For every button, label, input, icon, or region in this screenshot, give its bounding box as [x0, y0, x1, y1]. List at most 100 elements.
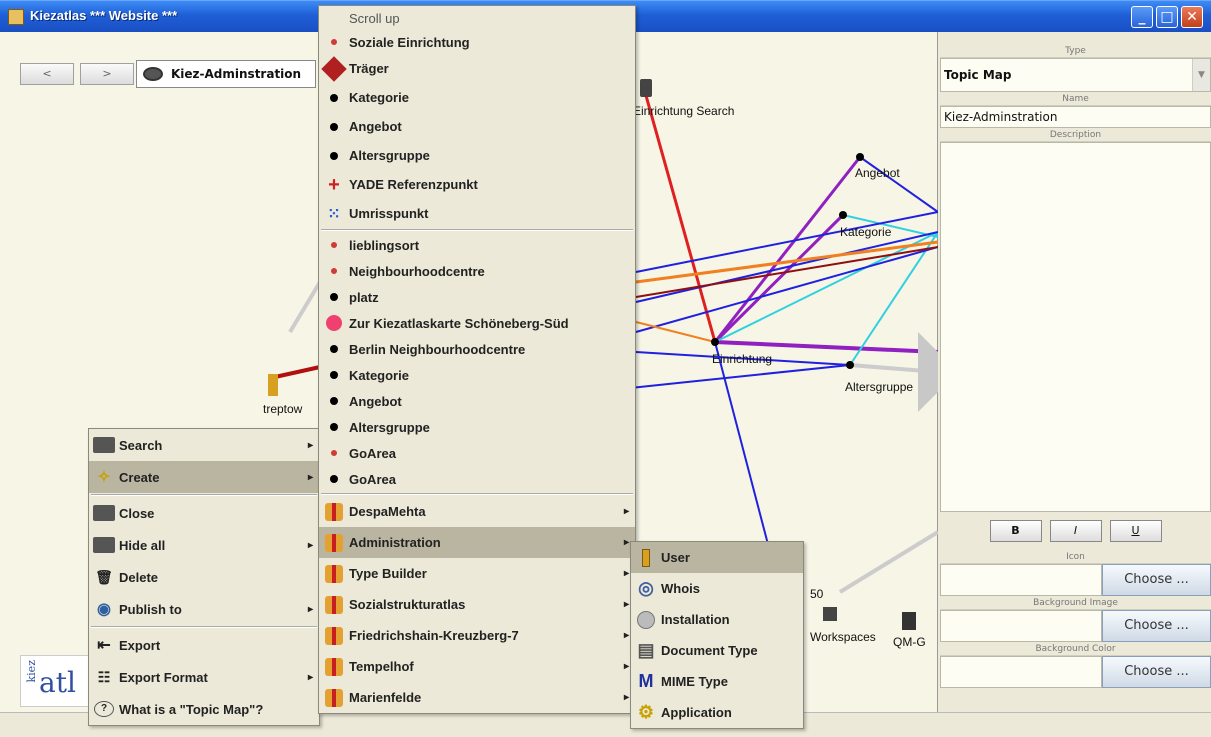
italic-button[interactable]: I [1049, 520, 1102, 542]
menu-item-icon-slot [631, 548, 661, 567]
group-item[interactable]: Type Builder ▸ [319, 558, 635, 589]
type-item[interactable]: Zur Kiezatlaskarte Schöneberg-Süd [319, 310, 635, 336]
group-item[interactable]: Administration ▸ [319, 527, 635, 558]
menu-item-label: YADE Referenzpunkt [349, 177, 478, 192]
menu-item-icon-slot [319, 502, 349, 521]
menu-item-label: Close [119, 505, 155, 521]
close-icon [93, 505, 115, 521]
node-label-treptow[interactable]: treptow [263, 402, 302, 416]
trash-icon: 🗑 [95, 568, 113, 585]
menu-item-icon-slot [319, 688, 349, 707]
type-item[interactable]: Träger [319, 54, 635, 83]
type-item[interactable]: Altersgruppe [319, 141, 635, 170]
choose-bgcolor-button[interactable]: Choose ... [1102, 656, 1211, 688]
admin-item-whois[interactable]: ◎ Whois [631, 573, 803, 604]
context-item-help[interactable]: ? What is a "Topic Map"? [89, 693, 319, 725]
type-item[interactable]: Berlin Neighbourhoodcentre [319, 336, 635, 362]
menu-item-icon-slot [319, 657, 349, 676]
node-label-angebot[interactable]: Angebot [855, 166, 900, 180]
node-label-einrichtung-search[interactable]: Einrichtung Search [633, 104, 734, 118]
name-field[interactable]: Kiez-Adminstration [940, 106, 1211, 128]
app-icon [8, 9, 24, 25]
admin-item-application[interactable]: ⚙ Application [631, 697, 803, 728]
admin-item-installation[interactable]: Installation [631, 604, 803, 635]
context-item-close[interactable]: Close [89, 497, 319, 529]
menu-item-label: Export Format [119, 669, 208, 685]
gift-icon [325, 626, 343, 645]
type-item[interactable]: ⁙ Umrisspunkt [319, 199, 635, 228]
context-item-format[interactable]: ☷ Export Format ▸ [89, 661, 319, 693]
group-item[interactable]: Tempelhof ▸ [319, 651, 635, 682]
choose-bgimage-button[interactable]: Choose ... [1102, 610, 1211, 642]
type-item[interactable]: Angebot [319, 112, 635, 141]
type-item[interactable]: platz [319, 284, 635, 310]
node-label-kategorie[interactable]: Kategorie [840, 225, 891, 239]
type-item[interactable]: Angebot [319, 388, 635, 414]
type-select[interactable]: Topic Map ▼ [940, 58, 1211, 92]
administration-submenu: User ◎ Whois Installation ▤ Document Type M MIM… [630, 541, 804, 729]
admin-item-document-type[interactable]: ▤ Document Type [631, 635, 803, 666]
group-item[interactable]: Sozialstrukturatlas ▸ [319, 589, 635, 620]
node-label-qm-g[interactable]: QM-G [893, 635, 926, 649]
create-submenu: Scroll up Soziale Einrichtung Träger Katego… [318, 5, 636, 714]
description-header: Description [940, 128, 1211, 142]
format-icon: ☷ [97, 668, 111, 685]
type-item[interactable]: Altersgruppe [319, 414, 635, 440]
bold-button[interactable]: B [989, 520, 1042, 542]
submenu-arrow-icon: ▸ [307, 603, 313, 615]
context-item-trash[interactable]: 🗑 Delete [89, 561, 319, 593]
type-item[interactable]: GoArea [319, 440, 635, 466]
cd-icon [637, 610, 655, 629]
minimize-button[interactable]: _ [1131, 6, 1153, 28]
admin-item-user[interactable]: User [631, 542, 803, 573]
menu-item-icon-slot [319, 345, 349, 353]
node-label-einrichtung[interactable]: Einrichtung [712, 352, 772, 366]
node-label-count: 50 [810, 587, 824, 601]
type-item[interactable]: + YADE Referenzpunkt [319, 170, 635, 199]
underline-button[interactable]: U [1109, 520, 1162, 542]
admin-item-mime-type[interactable]: M MIME Type [631, 666, 803, 697]
description-textarea[interactable] [940, 142, 1211, 512]
type-item[interactable]: Neighbourhoodcentre [319, 258, 635, 284]
menu-item-label: lieblingsort [349, 237, 420, 253]
context-item-binoculars[interactable]: Search ▸ [89, 429, 319, 461]
menu-item-icon-slot: + [319, 175, 349, 195]
menu-separator [321, 229, 633, 231]
bgcolor-row: Choose ... [940, 656, 1211, 688]
menu-item-label: Publish to [119, 601, 182, 617]
type-item[interactable]: lieblingsort [319, 232, 635, 258]
red-dot-icon [331, 242, 337, 248]
context-item-magic-wand[interactable]: ✧ Create ▸ [89, 461, 319, 493]
maximize-button[interactable]: □ [1156, 6, 1178, 28]
current-topicmap[interactable]: Kiez-Adminstration [136, 60, 316, 88]
gift-icon [325, 502, 343, 521]
menu-item-label: Angebot [349, 119, 402, 134]
menu-item-icon-slot: ☷ [89, 669, 119, 686]
type-header: Type [940, 44, 1211, 58]
close-window-button[interactable]: ✕ [1181, 6, 1203, 28]
node-label-altersgruppe[interactable]: Altersgruppe [845, 380, 913, 394]
context-item-export[interactable]: ⇤ Export [89, 629, 319, 661]
chevron-down-icon[interactable]: ▼ [1192, 59, 1210, 91]
gear-icon: ⚙ [637, 702, 655, 722]
group-item[interactable]: DespaMehta ▸ [319, 496, 635, 527]
forward-button[interactable]: > [80, 63, 134, 85]
context-item-hide[interactable]: Hide all ▸ [89, 529, 319, 561]
type-item[interactable]: Kategorie [319, 362, 635, 388]
type-item[interactable]: Soziale Einrichtung [319, 30, 635, 54]
scroll-up-item[interactable]: Scroll up [319, 6, 635, 30]
menu-item-label: Administration [349, 535, 441, 550]
menu-item-label: Berlin Neighbourhoodcentre [349, 341, 526, 357]
choose-icon-button[interactable]: Choose ... [1102, 564, 1211, 596]
group-item[interactable]: Friedrichshain-Kreuzberg-7 ▸ [319, 620, 635, 651]
red-dot-icon [331, 39, 337, 45]
back-button[interactable]: < [20, 63, 74, 85]
group-item[interactable]: Marienfelde ▸ [319, 682, 635, 713]
window-title: Kiezatlas *** Website *** [30, 8, 178, 23]
context-item-publish[interactable]: ◉ Publish to ▸ [89, 593, 319, 625]
node-label-workspaces[interactable]: Workspaces [810, 630, 876, 644]
type-item[interactable]: Kategorie [319, 83, 635, 112]
menu-separator [91, 626, 317, 628]
menu-item-label: MIME Type [661, 674, 728, 689]
type-item[interactable]: GoArea [319, 466, 635, 492]
